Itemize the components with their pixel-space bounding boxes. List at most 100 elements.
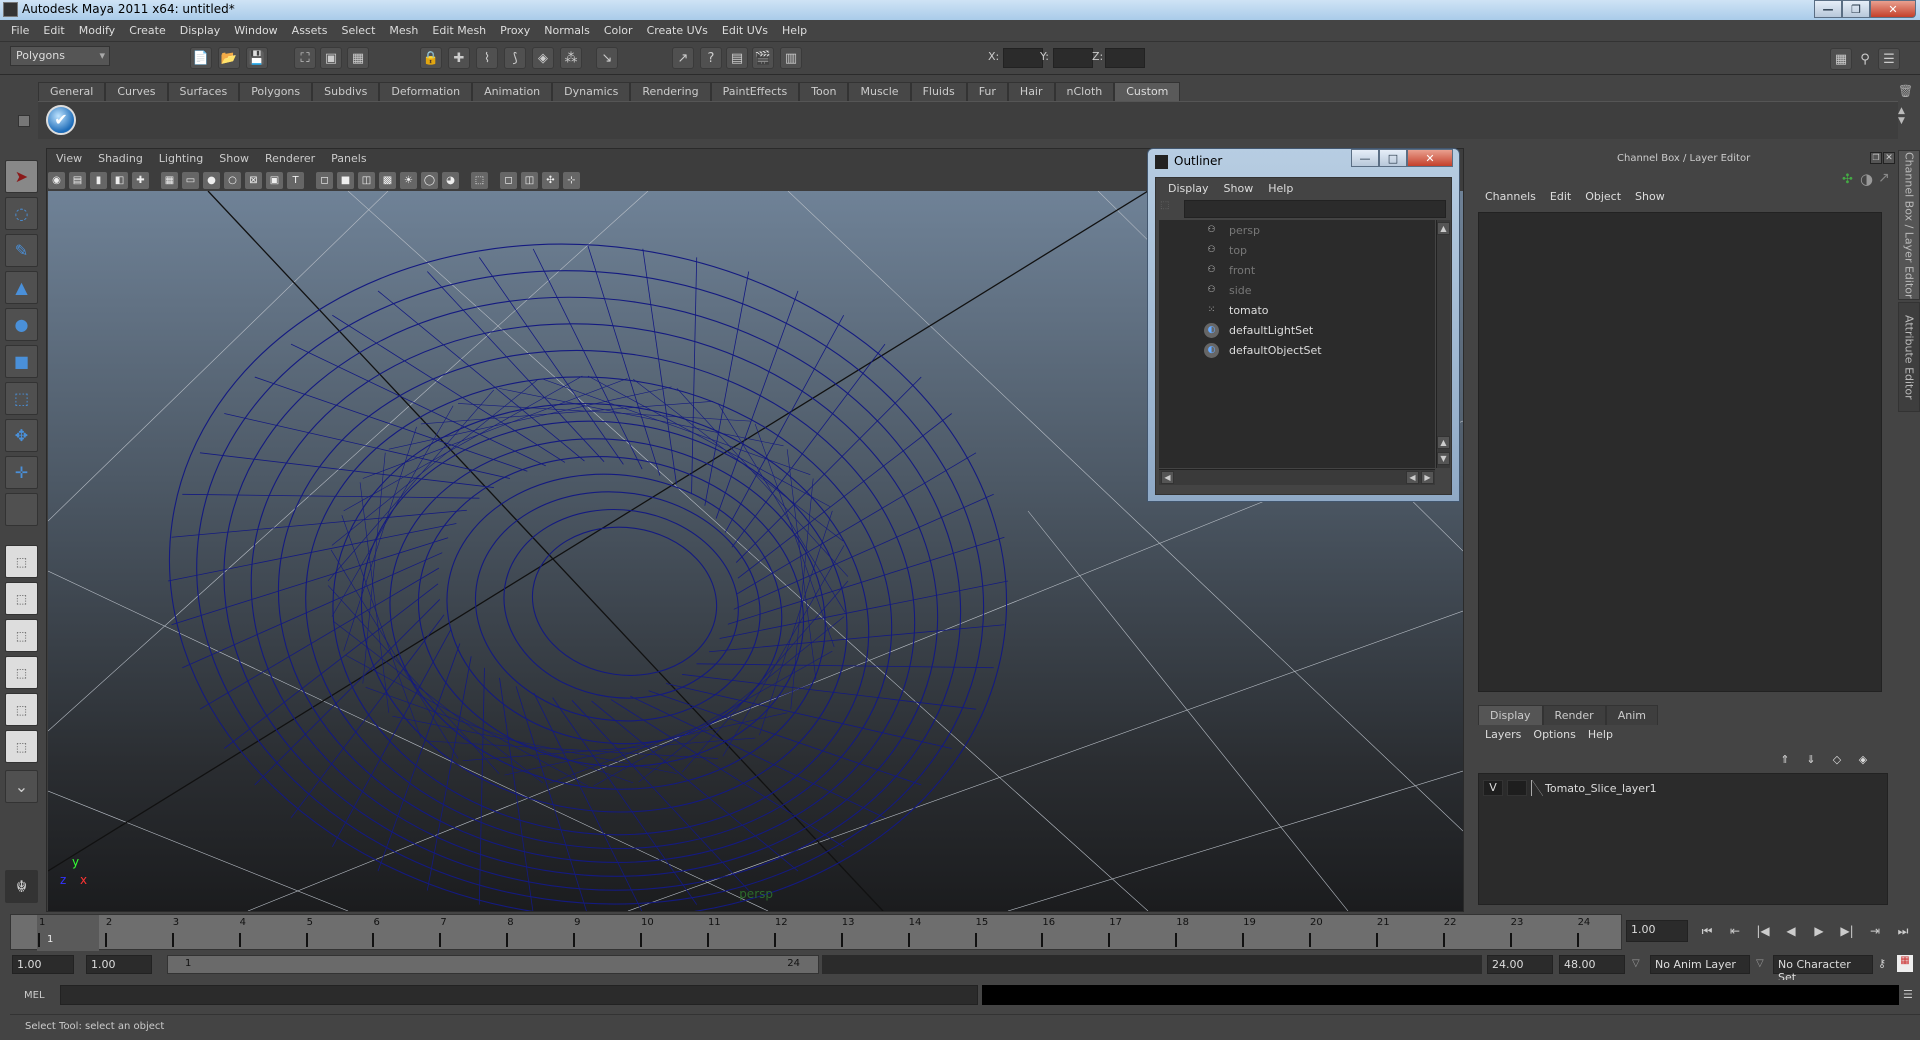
- create-empty-layer-icon[interactable]: ◇: [1828, 753, 1846, 769]
- channel-box-toggle-icon[interactable]: ▦: [1830, 48, 1852, 70]
- z-field[interactable]: [1105, 48, 1145, 68]
- lasso-tool-icon[interactable]: ◌: [5, 197, 38, 230]
- menu-edit-uvs[interactable]: Edit UVs: [715, 24, 775, 37]
- layer-visibility-toggle[interactable]: V: [1483, 780, 1503, 796]
- lock-selection-icon[interactable]: 🔒: [420, 47, 442, 69]
- shelf-tab-curves[interactable]: Curves: [105, 82, 168, 101]
- play-backwards-button[interactable]: ◀: [1782, 924, 1800, 940]
- attribute-editor-toggle-icon[interactable]: ☰: [1878, 48, 1900, 70]
- menu-color[interactable]: Color: [597, 24, 640, 37]
- outliner-item-defaultobjectset[interactable]: ◐ defaultObjectSet: [1159, 340, 1429, 360]
- layer-tab-anim[interactable]: Anim: [1605, 705, 1658, 725]
- outliner-item-front[interactable]: ⚇ front: [1159, 260, 1429, 280]
- attribute-editor-side-tab[interactable]: Attribute Editor: [1898, 302, 1920, 412]
- resolution-gate-icon[interactable]: ●: [203, 171, 220, 189]
- outliner-item-top[interactable]: ⚇ top: [1159, 240, 1429, 260]
- ipr-render-icon[interactable]: ▥: [780, 47, 802, 69]
- shadows-icon[interactable]: ◕: [442, 171, 459, 189]
- input-ops-icon[interactable]: ↘: [596, 47, 618, 69]
- outliner-maximize-button[interactable]: □: [1379, 149, 1407, 167]
- viewport-menu-shading[interactable]: Shading: [90, 150, 151, 168]
- go-to-end-button[interactable]: ⏭: [1894, 924, 1912, 940]
- playback-start-field[interactable]: 1.00: [86, 955, 152, 974]
- play-forwards-button[interactable]: ▶: [1810, 924, 1828, 940]
- outliner-item-side[interactable]: ⚇ side: [1159, 280, 1429, 300]
- outliner-persp-layout-icon[interactable]: ⬚: [5, 619, 38, 652]
- shelf-tab-ncloth[interactable]: nCloth: [1054, 82, 1115, 101]
- layer-menu-help[interactable]: Help: [1585, 728, 1622, 741]
- shelf-tab-general[interactable]: General: [38, 82, 106, 101]
- render-view-icon[interactable]: ▤: [726, 47, 748, 69]
- xray-components-icon[interactable]: ✣: [542, 171, 559, 189]
- layer-tab-render[interactable]: Render: [1542, 705, 1606, 725]
- shelf-tab-surfaces[interactable]: Surfaces: [167, 82, 240, 101]
- y-field[interactable]: [1053, 48, 1093, 68]
- bookmarks-icon[interactable]: ▮: [90, 171, 107, 189]
- shelf-tab-painteffects[interactable]: PaintEffects: [710, 82, 800, 101]
- menu-create[interactable]: Create: [122, 24, 173, 37]
- select-tool-icon[interactable]: ➤: [5, 160, 38, 193]
- range-slider[interactable]: 1 24: [167, 955, 819, 974]
- menu-display[interactable]: Display: [173, 24, 228, 37]
- menu-normals[interactable]: Normals: [537, 24, 597, 37]
- current-time-field[interactable]: 1.00: [1626, 920, 1688, 942]
- menu-modify[interactable]: Modify: [72, 24, 122, 37]
- scale-tool-icon[interactable]: ■: [5, 345, 38, 378]
- step-forward-key-button[interactable]: ▶|: [1838, 924, 1856, 940]
- scroll-down-icon[interactable]: ▼: [1437, 452, 1450, 465]
- close-button[interactable]: ✕: [1870, 0, 1916, 18]
- output-ops-icon[interactable]: ↗: [672, 47, 694, 69]
- scroll-up-icon[interactable]: ▲: [1437, 436, 1450, 449]
- outliner-item-defaultlightset[interactable]: ◐ defaultLightSet: [1159, 320, 1429, 340]
- step-forward-frame-button[interactable]: ⇥: [1866, 924, 1884, 940]
- persp-outliner-graph-layout-icon[interactable]: ⬚: [5, 730, 38, 763]
- safe-action-icon[interactable]: ▣: [266, 171, 283, 189]
- outliner-minimize-button[interactable]: —: [1351, 149, 1379, 167]
- textured-icon[interactable]: ▩: [379, 171, 396, 189]
- outliner-item-persp[interactable]: ⚇ persp: [1159, 220, 1429, 240]
- pin-arrow-icon[interactable]: ↗: [1878, 170, 1890, 186]
- select-component-icon[interactable]: ▦: [347, 47, 369, 69]
- menu-edit[interactable]: Edit: [36, 24, 71, 37]
- shelf-tab-custom[interactable]: Custom: [1114, 82, 1181, 101]
- xray-joints-icon[interactable]: ◫: [521, 171, 538, 189]
- character-set-dropdown-icon[interactable]: ▽: [1756, 958, 1764, 969]
- scroll-up-icon[interactable]: ▲: [1437, 222, 1450, 235]
- restore-button[interactable]: ❐: [1842, 0, 1870, 18]
- viewport-menu-view[interactable]: View: [48, 150, 90, 168]
- history-icon[interactable]: ?: [700, 47, 722, 69]
- outliner-filter-icon[interactable]: ⬚: [1160, 200, 1178, 218]
- channel-box-menu-object[interactable]: Object: [1580, 190, 1630, 203]
- speed-icon[interactable]: ◑: [1860, 170, 1873, 188]
- shelf-tab-fluids[interactable]: Fluids: [910, 82, 967, 101]
- shelf-tab-fur[interactable]: Fur: [966, 82, 1008, 101]
- menu-assets[interactable]: Assets: [285, 24, 335, 37]
- all-lights-icon[interactable]: ◯: [421, 171, 438, 189]
- show-manipulator-tool-icon[interactable]: ✛: [5, 456, 38, 489]
- start-time-field[interactable]: 1.00: [12, 955, 74, 974]
- outliner-filter-input[interactable]: [1184, 200, 1446, 218]
- four-view-layout-icon[interactable]: ⬚: [5, 582, 38, 615]
- scroll-left-icon[interactable]: ◀: [1406, 471, 1419, 484]
- shelf-tab-polygons[interactable]: Polygons: [239, 82, 313, 101]
- layer-type-toggle[interactable]: [1507, 780, 1527, 796]
- snap-curve-icon[interactable]: ⌇: [476, 47, 498, 69]
- script-editor-icon[interactable]: ☰: [1903, 988, 1913, 1001]
- anim-layer-field[interactable]: No Anim Layer: [1650, 955, 1750, 974]
- viewport-menu-lighting[interactable]: Lighting: [151, 150, 211, 168]
- 2d-pan-zoom-icon[interactable]: ✚: [132, 171, 149, 189]
- menu-file[interactable]: File: [4, 24, 36, 37]
- persp-graph-layout-icon[interactable]: ⬚: [5, 656, 38, 689]
- menu-create-uvs[interactable]: Create UVs: [640, 24, 715, 37]
- shelf-tab-animation[interactable]: Animation: [472, 82, 553, 101]
- open-scene-icon[interactable]: 📂: [218, 47, 240, 69]
- menu-proxy[interactable]: Proxy: [493, 24, 537, 37]
- menu-mesh[interactable]: Mesh: [382, 24, 425, 37]
- menu-edit-mesh[interactable]: Edit Mesh: [425, 24, 493, 37]
- hypergraph-icon[interactable]: ⊹: [563, 171, 580, 189]
- go-to-start-button[interactable]: ⏮: [1698, 924, 1716, 940]
- move-layer-down-icon[interactable]: ⇓: [1802, 753, 1820, 769]
- tool-settings-toggle-icon[interactable]: ⚲: [1854, 48, 1876, 70]
- x-field[interactable]: [1003, 48, 1043, 68]
- render-frame-icon[interactable]: 🎬: [752, 47, 774, 69]
